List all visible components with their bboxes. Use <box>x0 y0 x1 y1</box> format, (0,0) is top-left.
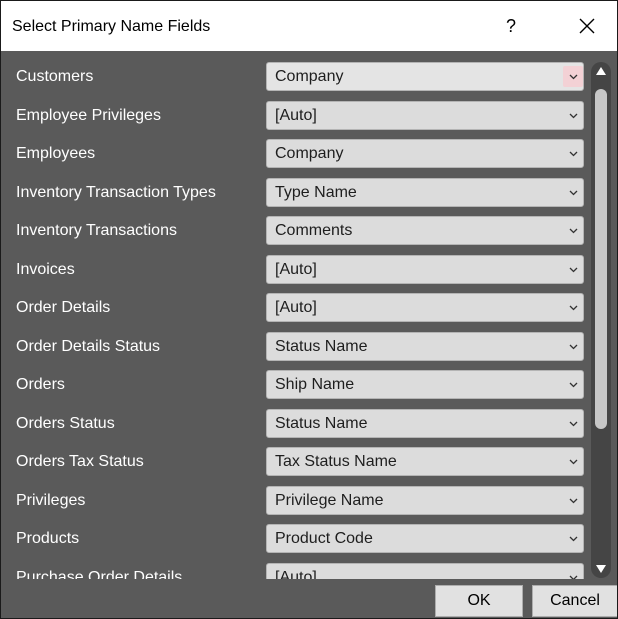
select-value: Company <box>275 68 344 85</box>
primary-name-field-select[interactable]: [Auto] <box>266 293 584 322</box>
help-button[interactable]: ? <box>496 11 526 41</box>
field-row: Inventory Transactions Comments <box>1 212 591 250</box>
scroll-up-icon[interactable] <box>596 67 606 75</box>
table-name-label: Order Details Status <box>16 337 161 355</box>
select-value: Ship Name <box>275 376 355 393</box>
primary-name-field-select[interactable]: Status Name <box>266 408 584 438</box>
select-value: Status Name <box>275 337 368 355</box>
primary-name-field-select[interactable]: [Auto] <box>266 562 584 580</box>
chevron-down-icon[interactable] <box>563 105 583 126</box>
chevron-down-icon[interactable] <box>563 528 583 549</box>
dialog-title: Select Primary Name Fields <box>12 18 211 35</box>
select-value: [Auto] <box>275 568 317 580</box>
select-value: Tax Status Name <box>275 453 397 470</box>
chevron-down-icon[interactable] <box>563 259 583 280</box>
field-row: Purchase Order Details [Auto] <box>1 559 591 580</box>
select-value: Status Name <box>275 414 368 432</box>
field-row: Employee Privileges [Auto] <box>1 97 591 135</box>
primary-name-field-select[interactable]: [Auto] <box>266 100 584 130</box>
table-name-label: Invoices <box>16 260 75 278</box>
select-value: [Auto] <box>275 260 317 278</box>
primary-name-field-select[interactable]: Company <box>266 139 584 168</box>
field-row: Customers Company <box>1 58 591 96</box>
chevron-down-icon[interactable] <box>563 66 583 87</box>
scroll-down-icon[interactable] <box>596 565 606 573</box>
field-row: Orders Status Status Name <box>1 405 591 443</box>
primary-name-field-select[interactable]: Type Name <box>266 177 584 207</box>
chevron-down-icon[interactable] <box>563 182 583 203</box>
title-bar: Select Primary Name Fields ? <box>1 1 617 51</box>
primary-name-field-select[interactable]: Privilege Name <box>266 485 584 515</box>
select-value: Company <box>275 145 344 162</box>
field-row: Employees Company <box>1 135 591 173</box>
field-row: Orders Ship Name <box>1 366 591 404</box>
cancel-button[interactable]: Cancel <box>532 585 617 617</box>
table-name-label: Products <box>16 530 80 547</box>
scrollbar-thumb[interactable] <box>595 89 607 429</box>
select-value: Privilege Name <box>275 491 384 509</box>
field-row: Invoices [Auto] <box>1 251 591 289</box>
primary-name-field-select[interactable]: Tax Status Name <box>266 447 584 476</box>
field-list: Customers Company Employee Privileges [Auto… <box>1 51 591 579</box>
table-name-label: Privileges <box>16 491 86 509</box>
chevron-down-icon[interactable] <box>563 567 583 579</box>
table-name-label: Orders Status <box>16 414 115 432</box>
select-value: Product Code <box>275 530 373 547</box>
field-row: Order Details Status Status Name <box>1 328 591 366</box>
table-name-label: Inventory Transactions <box>16 222 177 239</box>
table-name-label: Employee Privileges <box>16 106 161 124</box>
field-row: Order Details [Auto] <box>1 289 591 327</box>
field-row: Inventory Transaction Types Type Name <box>1 174 591 212</box>
close-button[interactable] <box>572 11 602 41</box>
table-name-label: Inventory Transaction Types <box>16 183 216 201</box>
table-name-label: Customers <box>16 68 94 85</box>
chevron-down-icon[interactable] <box>563 220 583 241</box>
table-name-label: Orders <box>16 376 65 393</box>
primary-name-field-select[interactable]: [Auto] <box>266 254 584 284</box>
chevron-down-icon[interactable] <box>563 490 583 511</box>
chevron-down-icon[interactable] <box>563 297 583 318</box>
select-value: Comments <box>275 222 353 239</box>
chevron-down-icon[interactable] <box>563 374 583 395</box>
vertical-scrollbar[interactable] <box>591 62 611 578</box>
table-name-label: Orders Tax Status <box>16 453 144 470</box>
chevron-down-icon[interactable] <box>563 336 583 357</box>
field-row: Privileges Privilege Name <box>1 482 591 520</box>
primary-name-field-select[interactable]: Product Code <box>266 524 584 553</box>
close-icon <box>579 18 595 34</box>
select-value: [Auto] <box>275 106 317 124</box>
primary-name-field-select[interactable]: Status Name <box>266 331 584 361</box>
primary-name-field-select[interactable]: Company <box>266 62 584 91</box>
table-name-label: Employees <box>16 145 96 162</box>
select-value: [Auto] <box>275 299 317 316</box>
select-value: Type Name <box>275 183 357 201</box>
chevron-down-icon[interactable] <box>563 413 583 434</box>
ok-button[interactable]: OK <box>435 585 523 617</box>
primary-name-field-select[interactable]: Ship Name <box>266 370 584 399</box>
chevron-down-icon[interactable] <box>563 143 583 164</box>
field-row: Orders Tax Status Tax Status Name <box>1 443 591 481</box>
table-name-label: Purchase Order Details <box>16 568 183 580</box>
field-row: Products Product Code <box>1 520 591 558</box>
primary-name-field-select[interactable]: Comments <box>266 216 584 245</box>
table-name-label: Order Details <box>16 299 111 316</box>
chevron-down-icon[interactable] <box>563 451 583 472</box>
select-primary-name-fields-dialog: Select Primary Name Fields ? Customers Co… <box>0 0 618 619</box>
